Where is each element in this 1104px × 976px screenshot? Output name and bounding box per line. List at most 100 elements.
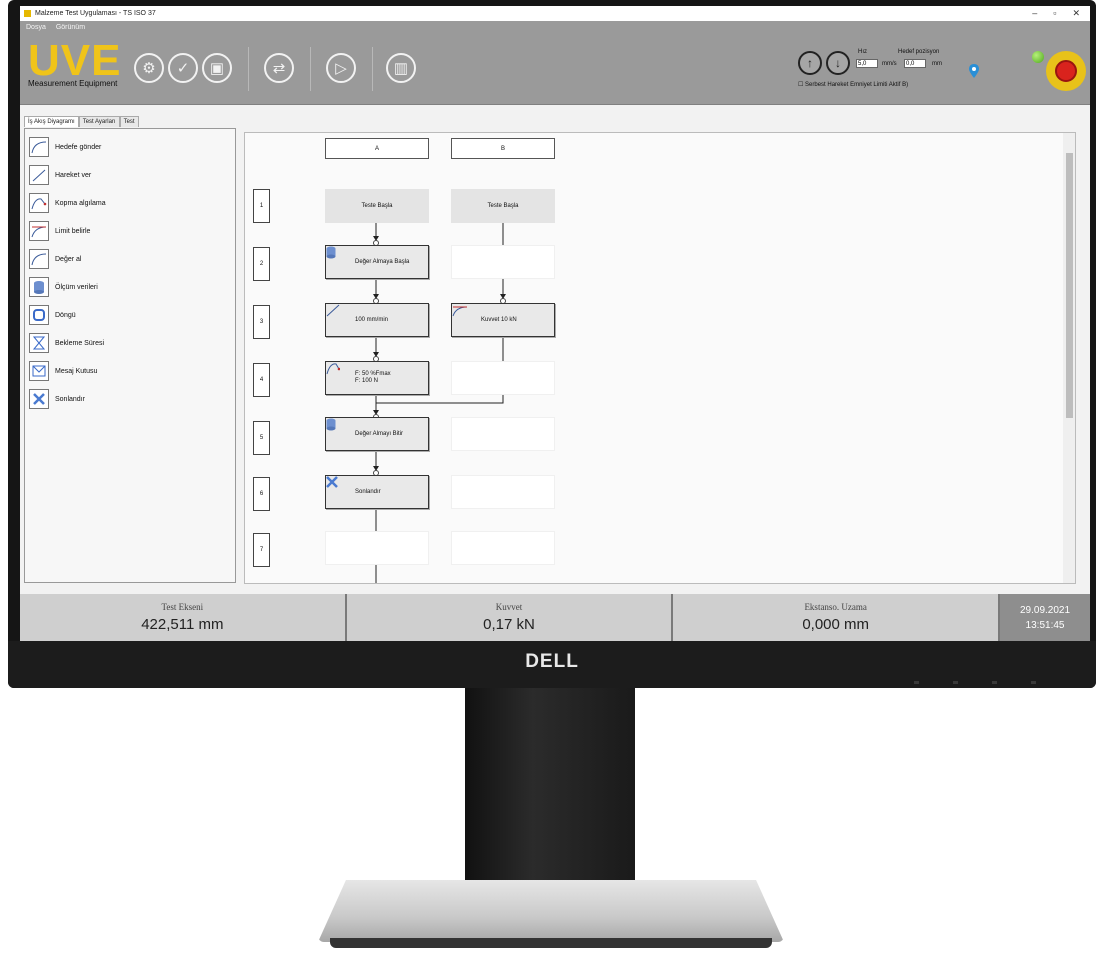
speed-unit: mm/s — [882, 61, 897, 67]
speed-label: Hız — [858, 49, 867, 55]
app-icon — [24, 10, 31, 17]
start-block-b[interactable]: Teste Başla — [451, 189, 555, 223]
status-bar: Test Ekseni 422,511 mm Kuvvet 0,17 kN Ek… — [20, 594, 1090, 641]
location-pin-icon[interactable] — [968, 63, 980, 79]
stop-recording-block[interactable]: Değer Almayı Bitir — [325, 417, 429, 451]
close-icon — [29, 389, 49, 409]
target-input[interactable]: 0,0 — [904, 59, 926, 68]
speed-input[interactable]: 5,0 — [856, 59, 878, 68]
monitor-button[interactable] — [992, 681, 997, 684]
target-unit: mm — [932, 61, 942, 67]
curve-icon — [29, 137, 49, 157]
vertical-scrollbar[interactable] — [1063, 133, 1075, 583]
date-text: 29.09.2021 — [1019, 604, 1071, 616]
row-number: 4 — [253, 363, 270, 397]
palette-item-label: Hedefe gönder — [55, 143, 102, 151]
line-icon — [326, 304, 347, 327]
palette-item-label: Limit belirle — [55, 227, 91, 235]
status-label: Ekstanso. Uzama — [804, 602, 867, 612]
status-force: Kuvvet 0,17 kN — [347, 594, 674, 641]
palette-item-loop[interactable]: Döngü — [29, 305, 76, 325]
empty-slot[interactable] — [451, 475, 555, 509]
palette-item-message-box[interactable]: Mesaj Kutusu — [29, 361, 97, 381]
palette-item-set-limit[interactable]: Limit belirle — [29, 221, 90, 241]
loop-icon — [29, 305, 49, 325]
palette-item-break-detect[interactable]: Kopma algılama — [29, 193, 106, 213]
empty-slot[interactable] — [451, 361, 555, 395]
limit-curve-icon — [452, 306, 473, 327]
palette-item-wait-time[interactable]: Bekleme Süresi — [29, 333, 104, 353]
window-title: Malzeme Test Uygulaması - TS ISO 37 — [35, 10, 156, 17]
break-curve-icon — [29, 193, 49, 213]
tab-test[interactable]: Test — [119, 116, 139, 127]
row-number: 7 — [253, 533, 270, 567]
check-icon: ✓ — [176, 60, 190, 77]
empty-slot[interactable] — [451, 245, 555, 279]
status-test-axis: Test Ekseni 422,511 mm — [20, 594, 347, 641]
monitor-bezel: Malzeme Test Uygulaması - TS ISO 37 – ▫ … — [8, 0, 1096, 688]
palette-item-terminate[interactable]: Sonlandır — [29, 389, 85, 409]
block-label: Değer Almaya Başla — [355, 259, 410, 265]
emergency-stop-button[interactable] — [1046, 51, 1086, 91]
monitor-stand-neck — [465, 688, 635, 906]
run-button[interactable]: ▷ — [326, 53, 356, 83]
scroll-thumb[interactable] — [1066, 153, 1073, 418]
column-header-b: B — [451, 138, 555, 159]
monitor-button[interactable] — [1031, 681, 1036, 684]
monitor-stand-foot — [330, 938, 772, 948]
monitor-button[interactable] — [914, 681, 919, 684]
force-limit-block[interactable]: Kuvvet 10 kN — [451, 303, 555, 337]
move-down-button[interactable]: ↓ — [826, 51, 850, 75]
curve-icon — [29, 249, 49, 269]
empty-slot[interactable] — [451, 417, 555, 451]
palette-item-move[interactable]: Hareket ver — [29, 165, 91, 185]
palette-item-measurement-data[interactable]: Ölçüm verileri — [29, 277, 98, 297]
status-label: Test Ekseni — [161, 602, 204, 612]
start-recording-block[interactable]: Değer Almaya Başla — [325, 245, 429, 279]
save-button[interactable]: ▣ — [202, 53, 232, 83]
row-number: 3 — [253, 305, 270, 339]
start-block-a[interactable]: Teste Başla — [325, 189, 429, 223]
motion-controls: ↑ ↓ Hız 5,0 mm/s Hedef pozisyon 0,0 mm ☐… — [798, 43, 978, 99]
row-number: 2 — [253, 247, 270, 281]
toolbar-divider — [248, 47, 249, 91]
arrow-down-icon: ↓ — [835, 56, 841, 70]
break-detect-block[interactable]: F: 50 %Fmax F: 100 N — [325, 361, 429, 395]
move-up-button[interactable]: ↑ — [798, 51, 822, 75]
workflow-canvas[interactable]: A B 1 2 3 4 5 6 7 Teste Başla Değer Alma… — [244, 132, 1076, 584]
uve-logo: UVE Measurement Equipment — [28, 39, 121, 89]
column-header-a: A — [325, 138, 429, 159]
check-button[interactable]: ✓ — [168, 53, 198, 83]
break-curve-icon — [326, 363, 347, 385]
tab-workflow[interactable]: İş Akış Diyagramı — [24, 116, 79, 127]
close-window-button[interactable]: ✕ — [1072, 8, 1080, 19]
status-value: 0,000 mm — [802, 616, 870, 633]
settings-button[interactable]: ⚙ — [134, 53, 164, 83]
transfer-button[interactable]: ⇄ — [264, 53, 294, 83]
empty-slot[interactable] — [325, 531, 429, 565]
safety-checkbox[interactable]: ☐ Serbest Hareket Emniyet Limiti Aktif B… — [798, 81, 908, 88]
maximize-button[interactable]: ▫ — [1053, 8, 1056, 19]
safety-checkbox-label: Serbest Hareket Emniyet Limiti Aktif B) — [805, 82, 909, 88]
delete-button[interactable]: ▥ — [386, 53, 416, 83]
palette-item-take-value[interactable]: Değer al — [29, 249, 81, 269]
block-label: Kuvvet 10 kN — [481, 317, 517, 323]
monitor-chin: DELL — [8, 641, 1096, 688]
block-label: Teste Başla — [487, 203, 519, 209]
minimize-button[interactable]: – — [1032, 8, 1037, 19]
save-icon: ▣ — [209, 60, 225, 77]
menu-file[interactable]: Dosya — [26, 24, 46, 31]
row-number: 6 — [253, 477, 270, 511]
close-icon — [326, 476, 347, 499]
menu-view[interactable]: Görünüm — [56, 24, 85, 31]
tab-test-settings[interactable]: Test Ayarları — [78, 116, 120, 127]
block-label: Sonlandır — [355, 489, 381, 495]
terminate-block[interactable]: Sonlandır — [325, 475, 429, 509]
speed-block[interactable]: 100 mm/min — [325, 303, 429, 337]
status-extensometer: Ekstanso. Uzama 0,000 mm — [673, 594, 1001, 641]
empty-slot[interactable] — [451, 531, 555, 565]
limit-curve-icon — [29, 221, 49, 241]
palette-item-send-target[interactable]: Hedefe gönder — [29, 137, 101, 157]
monitor-buttons — [914, 681, 1036, 684]
monitor-button[interactable] — [953, 681, 958, 684]
